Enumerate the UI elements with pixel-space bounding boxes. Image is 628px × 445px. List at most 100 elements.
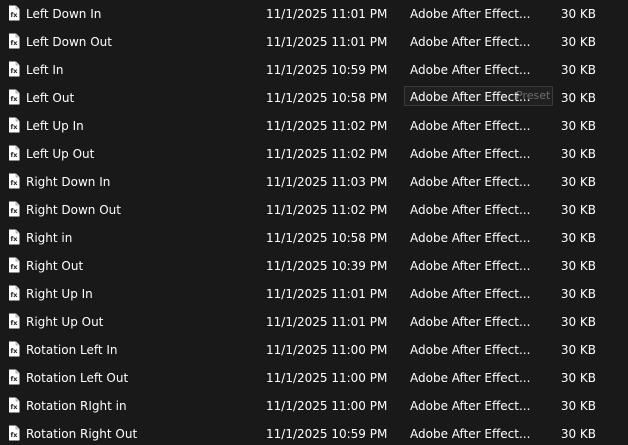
- file-type: Adobe After Effect...: [410, 427, 531, 441]
- file-size: 30 KB: [560, 91, 596, 105]
- after-effects-preset-icon: fx: [8, 313, 20, 329]
- file-name: Right Down In: [26, 175, 111, 189]
- file-date-modified: 11/1/2025 11:01 PM: [266, 315, 388, 329]
- after-effects-preset-icon: fx: [8, 145, 20, 161]
- after-effects-preset-icon: fx: [8, 33, 20, 49]
- file-type: Adobe After Effect...: [410, 287, 531, 301]
- file-name: Right Out: [26, 259, 84, 273]
- svg-text:fx: fx: [10, 319, 18, 327]
- file-row[interactable]: fx Right Down Out 11/1/2025 11:02 PM Ado…: [0, 196, 628, 224]
- file-date-modified: 11/1/2025 11:01 PM: [266, 35, 388, 49]
- file-type: Adobe After Effect...: [410, 399, 531, 413]
- file-size: 30 KB: [560, 259, 596, 273]
- file-type: Adobe After Effect...: [410, 35, 531, 49]
- file-size: 30 KB: [560, 371, 596, 385]
- svg-text:fx: fx: [10, 235, 18, 243]
- file-date-modified: 11/1/2025 11:02 PM: [266, 203, 388, 217]
- file-row[interactable]: fx Right in 11/1/2025 10:58 PM Adobe Aft…: [0, 224, 628, 252]
- file-name: Rotation RIght in: [26, 399, 127, 413]
- after-effects-preset-icon: fx: [8, 229, 20, 245]
- file-date-modified: 11/1/2025 11:00 PM: [266, 343, 388, 357]
- file-name: Left Up Out: [26, 147, 95, 161]
- file-row[interactable]: fx Rotation Left Out 11/1/2025 11:00 PM …: [0, 364, 628, 392]
- file-row[interactable]: fx Rotation Left In 11/1/2025 11:00 PM A…: [0, 336, 628, 364]
- file-date-modified: 11/1/2025 10:58 PM: [266, 91, 388, 105]
- file-type: Adobe After Effect...: [410, 259, 531, 273]
- after-effects-preset-icon: fx: [8, 89, 20, 105]
- tooltip-visible-text: Adobe After Effect...: [410, 90, 531, 104]
- file-name: Right Up In: [26, 287, 93, 301]
- file-name: Right in: [26, 231, 73, 245]
- file-date-modified: 11/1/2025 10:59 PM: [266, 63, 388, 77]
- file-date-modified: 11/1/2025 11:03 PM: [266, 175, 388, 189]
- svg-text:fx: fx: [10, 263, 18, 271]
- file-row[interactable]: fx Left In 11/1/2025 10:59 PM Adobe Afte…: [0, 56, 628, 84]
- file-name: Rotation Right Out: [26, 427, 138, 441]
- file-size: 30 KB: [560, 427, 596, 441]
- svg-text:fx: fx: [10, 431, 18, 439]
- file-date-modified: 11/1/2025 10:58 PM: [266, 231, 388, 245]
- file-type: Adobe After Effect...: [410, 371, 531, 385]
- file-size: 30 KB: [560, 315, 596, 329]
- file-date-modified: 11/1/2025 11:01 PM: [266, 287, 388, 301]
- svg-text:fx: fx: [10, 403, 18, 411]
- file-size: 30 KB: [560, 35, 596, 49]
- file-type: Adobe After Effect...: [410, 203, 531, 217]
- file-name: Left Up In: [26, 119, 84, 133]
- svg-text:fx: fx: [10, 39, 18, 47]
- file-date-modified: 11/1/2025 11:00 PM: [266, 399, 388, 413]
- file-type: Adobe After Effect...: [410, 63, 531, 77]
- file-row[interactable]: fx Rotation Right Out 11/1/2025 10:59 PM…: [0, 420, 628, 445]
- file-date-modified: 11/1/2025 10:59 PM: [266, 427, 388, 441]
- file-date-modified: 11/1/2025 11:02 PM: [266, 147, 388, 161]
- file-name: Left In: [26, 63, 64, 77]
- svg-text:fx: fx: [10, 179, 18, 187]
- file-date-modified: 11/1/2025 11:01 PM: [266, 7, 388, 21]
- after-effects-preset-icon: fx: [8, 257, 20, 273]
- after-effects-preset-icon: fx: [8, 61, 20, 77]
- file-list: fx Left Down In 11/1/2025 11:01 PM Adobe…: [0, 0, 628, 445]
- file-size: 30 KB: [560, 175, 596, 189]
- file-name: Left Down Out: [26, 35, 112, 49]
- file-name: Rotation Left Out: [26, 371, 129, 385]
- after-effects-preset-icon: fx: [8, 173, 20, 189]
- after-effects-preset-icon: fx: [8, 369, 20, 385]
- file-size: 30 KB: [560, 203, 596, 217]
- svg-text:fx: fx: [10, 123, 18, 131]
- file-name: Left Down In: [26, 7, 102, 21]
- file-type: Adobe After Effect...: [410, 231, 531, 245]
- file-row[interactable]: fx Right Up Out 11/1/2025 11:01 PM Adobe…: [0, 308, 628, 336]
- svg-text:fx: fx: [10, 207, 18, 215]
- after-effects-preset-icon: fx: [8, 285, 20, 301]
- svg-text:fx: fx: [10, 11, 18, 19]
- file-row[interactable]: fx Right Up In 11/1/2025 11:01 PM Adobe …: [0, 280, 628, 308]
- file-row[interactable]: fx Left Down In 11/1/2025 11:01 PM Adobe…: [0, 0, 628, 28]
- file-row[interactable]: fx Left Down Out 11/1/2025 11:01 PM Adob…: [0, 28, 628, 56]
- svg-text:fx: fx: [10, 347, 18, 355]
- file-type: Adobe After Effect...: [410, 175, 531, 189]
- svg-text:fx: fx: [10, 151, 18, 159]
- file-size: 30 KB: [560, 399, 596, 413]
- file-name: Right Up Out: [26, 315, 104, 329]
- after-effects-preset-icon: fx: [8, 341, 20, 357]
- file-row[interactable]: fx Rotation RIght in 11/1/2025 11:00 PM …: [0, 392, 628, 420]
- after-effects-preset-icon: fx: [8, 397, 20, 413]
- file-size: 30 KB: [560, 147, 596, 161]
- file-date-modified: 11/1/2025 11:00 PM: [266, 371, 388, 385]
- svg-text:fx: fx: [10, 95, 18, 103]
- after-effects-preset-icon: fx: [8, 5, 20, 21]
- file-size: 30 KB: [560, 343, 596, 357]
- file-type: Adobe After Effect...: [410, 119, 531, 133]
- file-size: 30 KB: [560, 231, 596, 245]
- svg-text:fx: fx: [10, 375, 18, 383]
- file-row[interactable]: fx Right Out 11/1/2025 10:39 PM Adobe Af…: [0, 252, 628, 280]
- file-row[interactable]: fx Right Down In 11/1/2025 11:03 PM Adob…: [0, 168, 628, 196]
- file-name: Left Out: [26, 91, 75, 105]
- file-date-modified: 11/1/2025 11:02 PM: [266, 119, 388, 133]
- file-row[interactable]: fx Left Up In 11/1/2025 11:02 PM Adobe A…: [0, 112, 628, 140]
- file-date-modified: 11/1/2025 10:39 PM: [266, 259, 388, 273]
- file-row[interactable]: fx Left Up Out 11/1/2025 11:02 PM Adobe …: [0, 140, 628, 168]
- file-size: 30 KB: [560, 63, 596, 77]
- after-effects-preset-icon: fx: [8, 425, 20, 441]
- file-type: Adobe After Effect...: [410, 315, 531, 329]
